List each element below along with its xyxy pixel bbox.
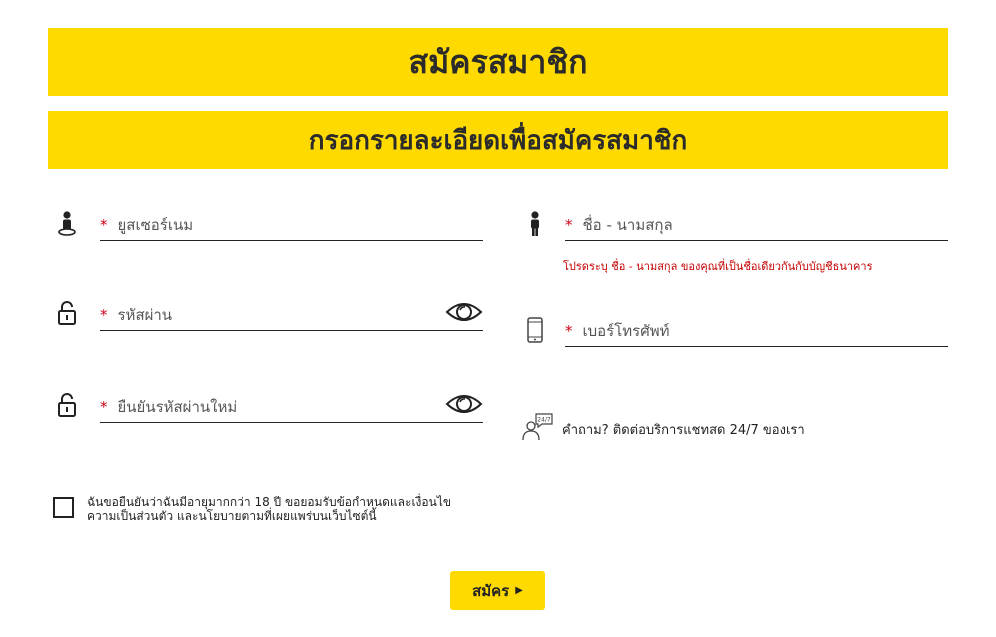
- page-subtitle: กรอกรายละเอียดเพื่อสมัครสมาชิก: [48, 111, 948, 169]
- username-field: * ยูสเซอร์เนม: [55, 210, 483, 242]
- person-icon: [525, 210, 549, 236]
- fullname-input[interactable]: * ชื่อ - นามสกุล: [565, 210, 948, 241]
- lock-icon: [55, 392, 79, 418]
- required-mark: *: [565, 216, 573, 234]
- lock-icon: [55, 300, 79, 326]
- live-chat-text: คำถาม? ติดต่อบริการแชทสด 24/7 ของเรา: [562, 422, 805, 438]
- username-input[interactable]: * ยูสเซอร์เนม: [100, 210, 483, 241]
- agreement-text: ฉันขอยืนยันว่าฉันมีอายุมากกว่า 18 ปี ขอย…: [87, 495, 452, 523]
- required-mark: *: [565, 322, 573, 340]
- page-title: สมัครสมาชิก: [48, 28, 948, 96]
- confirm-password-field: * ยืนยันรหัสผ่านใหม่: [55, 392, 483, 424]
- confirm-password-input[interactable]: * ยืนยันรหัสผ่านใหม่: [100, 392, 483, 423]
- fullname-placeholder: ชื่อ - นามสกุล: [582, 216, 673, 234]
- live-chat-link[interactable]: 24/7 คำถาม? ติดต่อบริการแชทสด 24/7 ของเร…: [522, 412, 805, 446]
- required-mark: *: [100, 216, 108, 234]
- fullname-hint: โปรดระบุ ชื่อ - นามสกุล ของคุณที่เป็นชื่…: [563, 260, 873, 273]
- phone-field: * เบอร์โทรศัพท์: [525, 316, 948, 348]
- phone-icon: [525, 316, 549, 343]
- agreement: ฉันขอยืนยันว่าฉันมีอายุมากกว่า 18 ปี ขอย…: [53, 495, 477, 523]
- show-password-eye-icon[interactable]: [445, 298, 483, 326]
- agreement-checkbox[interactable]: [53, 497, 74, 518]
- svg-text:24/7: 24/7: [537, 417, 551, 424]
- required-mark: *: [100, 306, 108, 324]
- user-icon: [55, 210, 79, 236]
- confirm-password-placeholder: ยืนยันรหัสผ่านใหม่: [117, 398, 238, 416]
- fullname-field: * ชื่อ - นามสกุล: [525, 210, 948, 242]
- live-chat-icon: 24/7: [522, 412, 554, 446]
- password-input[interactable]: * รหัสผ่าน: [100, 300, 483, 331]
- arrow-right-icon: ▶: [515, 585, 523, 596]
- submit-label: สมัคร: [472, 581, 510, 600]
- password-field: * รหัสผ่าน: [55, 300, 483, 332]
- required-mark: *: [100, 398, 108, 416]
- password-placeholder: รหัสผ่าน: [117, 306, 173, 324]
- show-confirm-password-eye-icon[interactable]: [445, 390, 483, 418]
- phone-input[interactable]: * เบอร์โทรศัพท์: [565, 316, 948, 347]
- phone-placeholder: เบอร์โทรศัพท์: [582, 322, 670, 340]
- username-placeholder: ยูสเซอร์เนม: [117, 216, 194, 234]
- submit-button[interactable]: สมัคร ▶: [450, 571, 545, 610]
